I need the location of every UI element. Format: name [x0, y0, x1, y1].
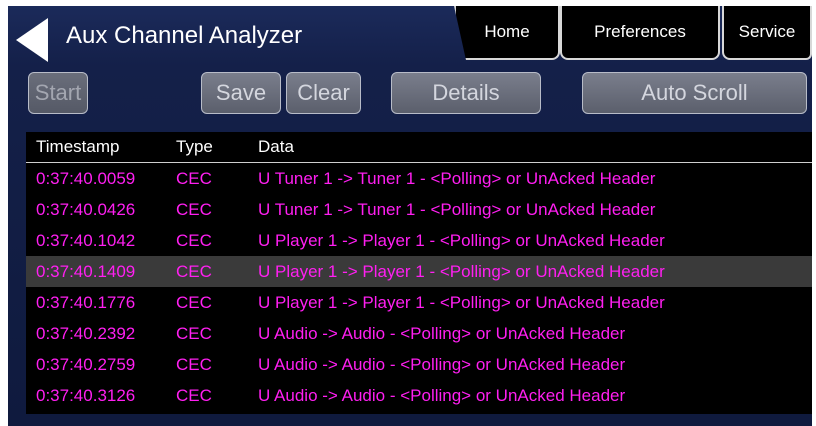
cell-timestamp: 0:37:40.2392: [36, 324, 136, 343]
cell-timestamp: 0:37:40.1409: [36, 262, 136, 281]
cell-timestamp: 0:37:40.0059: [36, 169, 136, 188]
cell-timestamp: 0:37:40.1042: [36, 231, 136, 250]
table-row[interactable]: 0:37:40.1409 CEC U Player 1 -> Player 1 - …: [26, 256, 812, 287]
table-header: Timestamp Type Data: [26, 132, 812, 163]
cell-type: CEC: [176, 386, 212, 405]
back-arrow-icon[interactable]: [16, 18, 48, 62]
table-row[interactable]: 0:37:40.2392 CEC U Audio -> Audio - <Polli…: [26, 318, 812, 349]
cell-timestamp: 0:37:40.2759: [36, 355, 136, 374]
cell-type: CEC: [176, 262, 212, 281]
tab-preferences[interactable]: Preferences: [560, 6, 720, 60]
details-button[interactable]: Details: [391, 72, 541, 114]
cell-data: U Tuner 1 -> Tuner 1 - <Polling> or UnAc…: [258, 200, 656, 219]
cell-type: CEC: [176, 200, 212, 219]
cell-data: U Tuner 1 -> Tuner 1 - <Polling> or UnAc…: [258, 169, 656, 188]
cell-data: U Audio -> Audio - <Polling> or UnAcked …: [258, 386, 626, 405]
table-row[interactable]: 0:37:40.3126 CEC U Audio -> Audio - <Polli…: [26, 380, 812, 411]
save-button[interactable]: Save: [201, 72, 281, 114]
start-button[interactable]: Start: [28, 72, 88, 114]
app-frame: Aux Channel Analyzer Home Preferences Se…: [8, 6, 812, 426]
cell-type: CEC: [176, 355, 212, 374]
tab-home[interactable]: Home: [454, 6, 560, 60]
tab-service[interactable]: Service: [722, 6, 812, 60]
table-row[interactable]: 0:37:40.2759 CEC U Audio -> Audio - <Polli…: [26, 349, 812, 380]
column-header-data: Data: [258, 137, 294, 156]
table-row[interactable]: 0:37:40.1776 CEC U Player 1 -> Player 1 - …: [26, 287, 812, 318]
cell-type: CEC: [176, 231, 212, 250]
message-table: Timestamp Type Data 0:37:40.0059 CEC U Tun…: [26, 132, 812, 414]
cell-data: U Player 1 -> Player 1 - <Polling> or Un…: [258, 231, 665, 250]
cell-type: CEC: [176, 169, 212, 188]
cell-type: CEC: [176, 293, 212, 312]
cell-timestamp: 0:37:40.0426: [36, 200, 136, 219]
page-title: Aux Channel Analyzer: [66, 22, 303, 49]
table-row[interactable]: 0:37:40.0426 CEC U Tuner 1 -> Tuner 1 - <P…: [26, 194, 812, 225]
cell-timestamp: 0:37:40.3126: [36, 386, 136, 405]
cell-data: U Audio -> Audio - <Polling> or UnAcked …: [258, 324, 626, 343]
cell-data: U Player 1 -> Player 1 - <Polling> or Un…: [258, 293, 665, 312]
table-row[interactable]: 0:37:40.0059 CEC U Tuner 1 -> Tuner 1 - <P…: [26, 163, 812, 194]
column-header-type: Type: [176, 137, 213, 156]
auto-scroll-button[interactable]: Auto Scroll: [582, 72, 807, 114]
table-row[interactable]: 0:37:40.1042 CEC U Player 1 -> Player 1 - …: [26, 225, 812, 256]
cell-data: U Player 1 -> Player 1 - <Polling> or Un…: [258, 262, 665, 281]
cell-type: CEC: [176, 324, 212, 343]
clear-button[interactable]: Clear: [286, 72, 361, 114]
cell-data: U Audio -> Audio - <Polling> or UnAcked …: [258, 355, 626, 374]
cell-timestamp: 0:37:40.1776: [36, 293, 136, 312]
column-header-timestamp: Timestamp: [36, 137, 120, 156]
